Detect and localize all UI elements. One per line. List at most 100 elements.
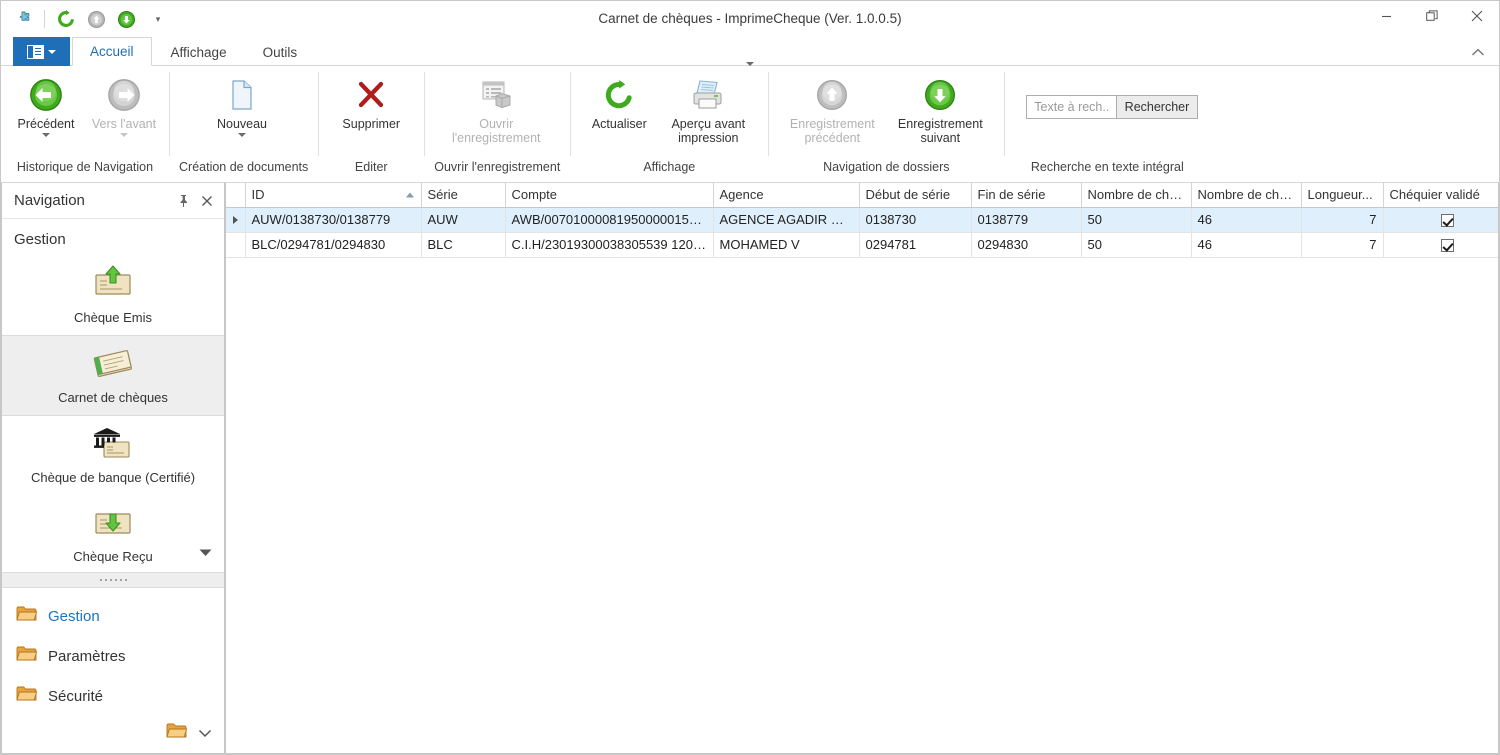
restore-button[interactable] [1409, 1, 1454, 31]
column-header-chequier-valide[interactable]: Chéquier validé [1383, 183, 1498, 208]
close-icon[interactable] [198, 192, 216, 210]
ribbon-button-apercu-avant-impression[interactable]: Aperçu avant impression [658, 62, 758, 145]
column-header-nombre-de-chequiers[interactable]: Nombre de ché... [1191, 183, 1302, 208]
nav-item-cheque-de-banque-certifie[interactable]: Chèque de banque (Certifié) [2, 416, 224, 495]
forward-arrow-gray-icon [106, 76, 142, 114]
ribbon-button-label: Ouvrir l'enregistrement [451, 117, 541, 145]
column-header-compte[interactable]: Compte [505, 183, 714, 208]
arrow-up-gray-icon[interactable] [82, 5, 110, 33]
chevron-down-icon [48, 49, 56, 54]
ribbon-button-nouveau[interactable]: Nouveau [203, 73, 281, 137]
search-button[interactable]: Rechercher [1115, 96, 1198, 118]
ribbon-group-label: Création de documents [179, 160, 309, 174]
column-header-label: Nombre de ché... [1197, 187, 1298, 203]
ribbon-button-precedent[interactable]: Précédent [7, 73, 85, 137]
navigation-pane: Navigation Gestion Chèque Emis Carnet de… [1, 183, 225, 754]
main-body: Navigation Gestion Chèque Emis Carnet de… [1, 183, 1499, 754]
close-button[interactable] [1454, 1, 1499, 31]
nav-folder-label: Sécurité [48, 687, 104, 705]
bank-cheque-icon [90, 424, 136, 464]
column-header-serie[interactable]: Série [421, 183, 506, 208]
table-row[interactable]: BLC/0294781/0294830 BLC C.I.H/2301930003… [226, 232, 1498, 258]
column-header-debut-de-serie[interactable]: Début de série [859, 183, 972, 208]
tab-outils[interactable]: Outils [246, 38, 315, 66]
grid-header-row: ID Série Compte Agence Début de série Fi… [226, 183, 1498, 208]
ribbon-button-actualiser[interactable]: Actualiser [580, 73, 658, 131]
tab-affichage[interactable]: Affichage [154, 38, 244, 66]
chevron-down-icon[interactable] [746, 62, 755, 66]
folder-icon[interactable] [166, 722, 188, 745]
ribbon-button-label: Précédent [17, 117, 75, 131]
column-header-label: ID [251, 187, 265, 203]
tab-label: Affichage [170, 44, 227, 60]
cell-fin-de-serie: 0294830 [971, 232, 1082, 258]
ribbon-button-label: Supprimer [342, 117, 401, 131]
row-indicator-header [226, 183, 246, 208]
ribbon-group-label: Ouvrir l'enregistrement [434, 160, 561, 174]
nav-item-cheque-emis[interactable]: Chèque Emis [2, 256, 224, 335]
nav-folder-label: Gestion [48, 607, 100, 625]
ribbon-group-creation-de-documents: Nouveau Création de documents [169, 66, 318, 182]
cell-compte: AWB/00701000081950000015105 [505, 207, 714, 233]
folder-icon [16, 605, 38, 627]
nav-item-cheque-recu[interactable]: Chèque Reçu [2, 495, 224, 572]
cell-debut-de-serie: 0138730 [859, 207, 972, 233]
quick-access-overflow-button[interactable]: ▾ [148, 6, 168, 32]
delete-cross-icon [354, 76, 388, 114]
arrow-up-gray-icon [815, 76, 849, 114]
chevron-down-icon[interactable] [42, 133, 50, 137]
row-indicator-cell [226, 207, 246, 233]
column-header-longueur[interactable]: Longueur... [1301, 183, 1384, 208]
ribbon-group-recherche-en-texte-integral: Rechercher Recherche en texte intégral [1004, 66, 1210, 182]
ribbon-group-label: Recherche en texte intégral [1030, 160, 1184, 174]
cell-compte: C.I.H/23019300038305539 1200... [505, 232, 714, 258]
nav-item-label: Chèque Reçu [73, 549, 153, 564]
column-header-fin-de-serie[interactable]: Fin de série [971, 183, 1082, 208]
navigation-splitter-handle[interactable] [2, 572, 224, 588]
column-header-agence[interactable]: Agence [713, 183, 860, 208]
chevron-down-icon[interactable] [238, 133, 246, 137]
application-menu-button[interactable] [13, 37, 70, 66]
column-header-label: Nombre de chè... [1087, 187, 1188, 203]
minimize-button[interactable] [1364, 1, 1409, 31]
open-record-icon [479, 76, 513, 114]
nav-folder-parametres[interactable]: Paramètres [2, 636, 224, 676]
nav-folder-securite[interactable]: Sécurité [2, 676, 224, 716]
ribbon-button-label: Actualiser [591, 117, 647, 131]
cell-chequier-valide[interactable] [1383, 207, 1498, 233]
refresh-green-icon[interactable] [52, 5, 80, 33]
table-row[interactable]: AUW/0138730/0138779 AUW AWB/007010000819… [226, 207, 1498, 233]
column-header-label: Série [427, 187, 458, 203]
column-header-id[interactable]: ID [245, 183, 422, 208]
cell-chequier-valide[interactable] [1383, 232, 1498, 258]
tab-accueil[interactable]: Accueil [72, 37, 152, 66]
nav-item-carnet-de-cheques[interactable]: Carnet de chèques [2, 335, 224, 416]
window-title: Carnet de chèques - ImprimeCheque (Ver. … [598, 11, 902, 26]
navigation-group-title: Gestion [14, 231, 66, 248]
cell-nombre-de-chequiers: 46 [1191, 232, 1302, 258]
navigation-options-chevron-down-icon[interactable] [198, 725, 212, 743]
pin-icon[interactable] [174, 192, 192, 210]
column-header-nombre-de-cheques[interactable]: Nombre de chè... [1081, 183, 1192, 208]
navigation-item-list: Chèque Emis Carnet de chèques Chèque de … [2, 256, 224, 572]
nav-folder-gestion[interactable]: Gestion [2, 596, 224, 636]
nav-overflow-chevron-down-icon[interactable] [199, 544, 212, 562]
search-input[interactable] [1027, 96, 1116, 118]
cell-id: AUW/0138730/0138779 [245, 207, 422, 233]
checkbox-checked-icon[interactable] [1440, 239, 1454, 253]
application-window: ▾ Carnet de chèques - ImprimeCheque (Ver… [0, 0, 1500, 755]
column-header-label: Fin de série [977, 187, 1046, 203]
navigation-title: Navigation [14, 192, 85, 209]
cell-serie: BLC [421, 232, 506, 258]
ribbon-button-supprimer[interactable]: Supprimer [332, 73, 410, 131]
nav-folder-label: Paramètres [48, 647, 126, 665]
cell-agence: AGENCE AGADIR CA... [713, 207, 860, 233]
ribbon-group-label: Editer [354, 160, 388, 174]
app-puzzle-icon[interactable] [9, 5, 37, 33]
arrow-down-green-icon[interactable] [112, 5, 140, 33]
full-text-search-box[interactable]: Rechercher [1026, 95, 1199, 119]
ribbon-button-enregistrement-suivant[interactable]: Enregistrement suivant [886, 73, 994, 145]
checkbox-checked-icon[interactable] [1440, 214, 1454, 228]
collapse-ribbon-button[interactable] [1471, 38, 1485, 66]
ribbon-group-label: Historique de Navigation [16, 160, 154, 174]
